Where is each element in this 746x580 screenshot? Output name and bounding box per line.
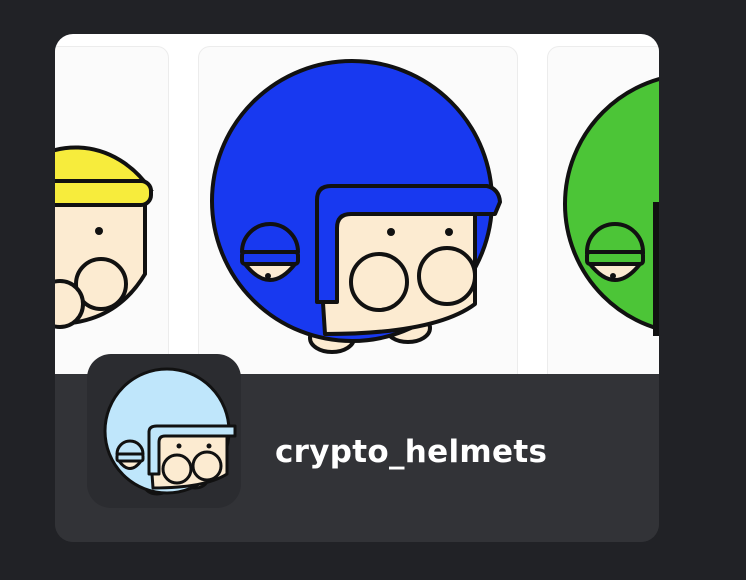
collection-banner bbox=[55, 34, 659, 374]
light-blue-helmet-character-icon bbox=[103, 367, 237, 496]
collection-avatar[interactable] bbox=[87, 354, 241, 508]
collection-card[interactable]: crypto_helmets bbox=[55, 34, 659, 542]
collection-name[interactable]: crypto_helmets bbox=[275, 434, 547, 470]
green-helmet-character-icon bbox=[563, 77, 659, 336]
